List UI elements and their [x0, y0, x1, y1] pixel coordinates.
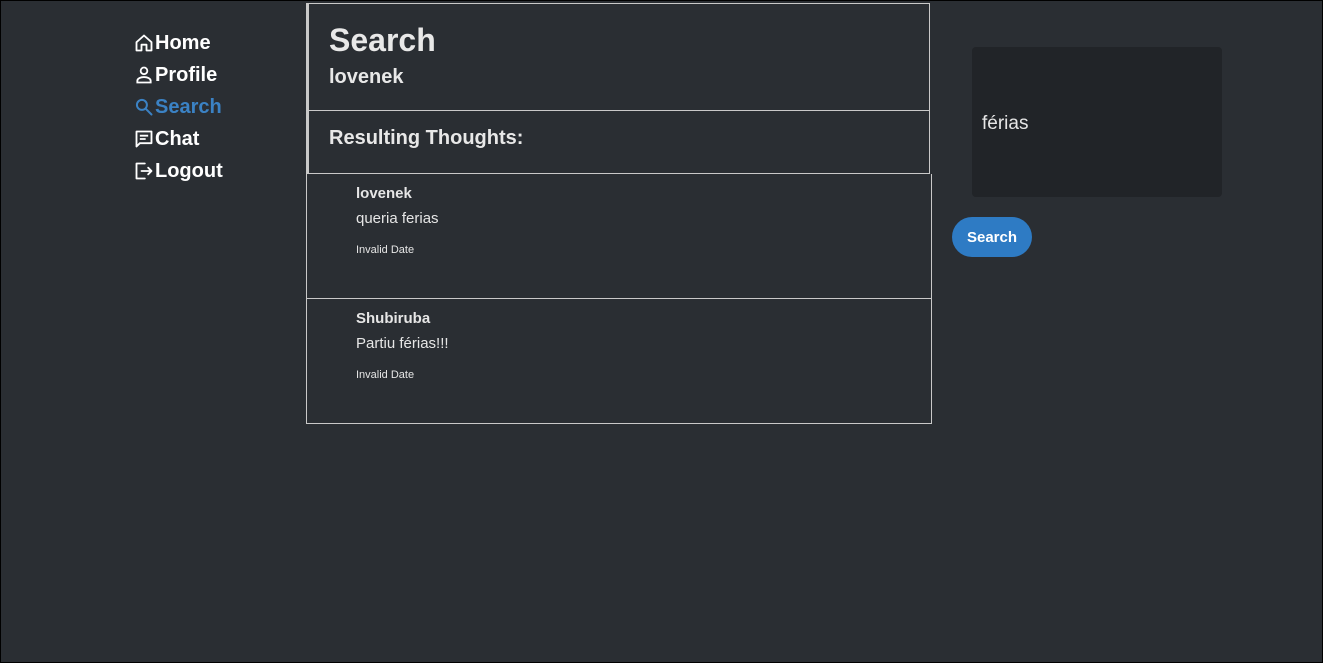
results-title: Resulting Thoughts:	[329, 127, 524, 149]
sidebar-item-label: Chat	[155, 127, 200, 150]
thought-item: Shubiruba Partiu férias!!! Invalid Date	[306, 299, 932, 424]
sidebar-item-label: Logout	[155, 159, 223, 182]
logout-icon	[133, 161, 154, 182]
search-button[interactable]: Search	[952, 217, 1032, 257]
search-term-label: lovenek	[329, 66, 404, 88]
sidebar-item-search[interactable]: Search	[133, 91, 293, 123]
sidebar-item-label: Home	[155, 31, 211, 54]
search-panel	[972, 47, 1222, 197]
chat-icon	[133, 129, 154, 150]
search-input[interactable]	[982, 113, 1202, 135]
results-header: Resulting Thoughts:	[306, 111, 930, 174]
thought-date: Invalid Date	[356, 369, 415, 381]
sidebar-item-label: Profile	[155, 63, 218, 86]
sidebar-item-label: Search	[155, 95, 222, 118]
thought-item: lovenek queria ferias Invalid Date	[306, 174, 932, 299]
sidebar-item-logout[interactable]: Logout	[133, 155, 293, 187]
person-icon	[133, 65, 154, 86]
thought-author[interactable]: lovenek	[356, 185, 931, 203]
page-title: Search	[329, 22, 436, 58]
thought-author[interactable]: Shubiruba	[356, 310, 931, 328]
sidebar-item-home[interactable]: Home	[133, 27, 293, 59]
search-header: Search lovenek	[306, 3, 930, 111]
home-icon	[133, 33, 154, 54]
thought-date: Invalid Date	[356, 244, 415, 256]
thought-text: Partiu férias!!!	[356, 335, 449, 352]
sidebar-nav: Home Profile Search Chat Logout	[133, 27, 293, 187]
main-content: Search lovenek Resulting Thoughts: loven…	[306, 3, 932, 424]
app-frame: Home Profile Search Chat Logout Search l…	[0, 0, 1323, 663]
thought-text: queria ferias	[356, 210, 439, 227]
sidebar-item-chat[interactable]: Chat	[133, 123, 293, 155]
sidebar-item-profile[interactable]: Profile	[133, 59, 293, 91]
search-icon	[133, 97, 154, 118]
